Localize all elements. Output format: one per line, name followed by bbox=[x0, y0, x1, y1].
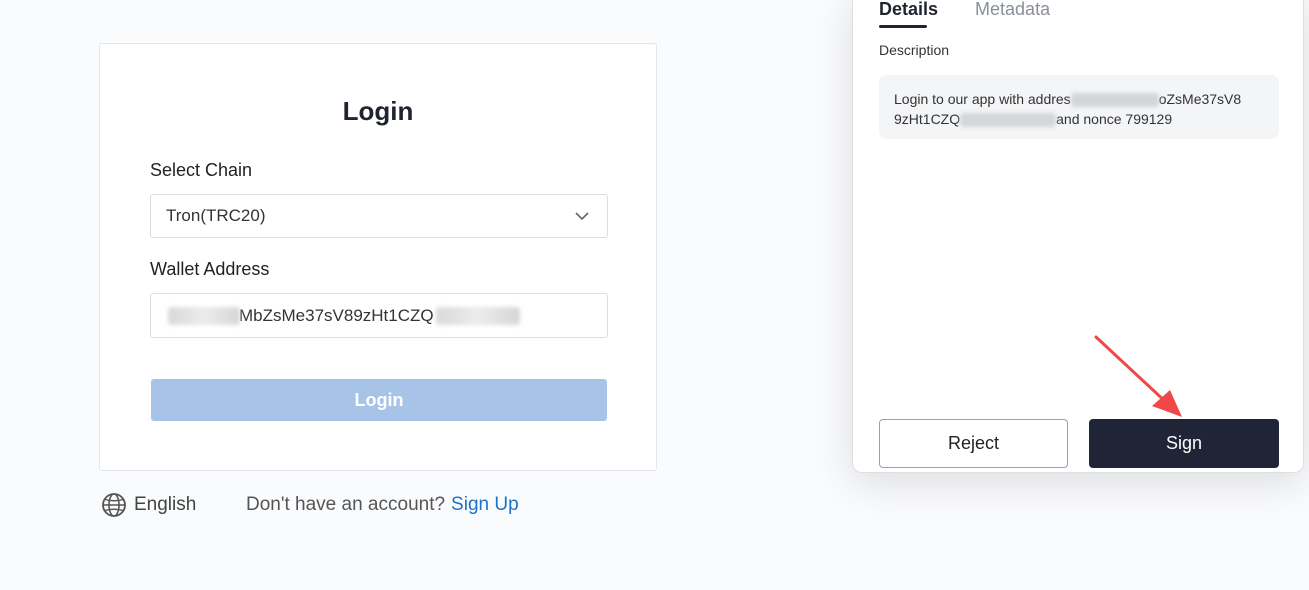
description-text: oZsMe37sV8 bbox=[1158, 91, 1242, 107]
description-label: Description bbox=[879, 42, 950, 58]
login-title: Login bbox=[342, 96, 414, 126]
wallet-address-value: MbZsMe37sV89zHt1CZQ bbox=[239, 305, 434, 325]
panel-tabs: Details Metadata bbox=[879, 0, 1087, 28]
redaction-blur bbox=[436, 307, 520, 325]
page: Login Select Chain Tron(TRC20) Wallet Ad… bbox=[0, 0, 1309, 590]
chevron-down-icon bbox=[575, 212, 589, 221]
description-text: and nonce 799129 bbox=[1056, 111, 1173, 127]
redaction-blur bbox=[960, 113, 1057, 128]
tab-metadata[interactable]: Metadata bbox=[975, 0, 1050, 20]
wallet-address-label: Wallet Address bbox=[150, 259, 270, 279]
reject-button[interactable]: Reject bbox=[879, 419, 1068, 468]
wallet-address-input[interactable]: MbZsMe37sV89zHt1CZQ bbox=[150, 293, 608, 338]
description-line-1: Login to our app with addres oZsMe37sV8 bbox=[894, 89, 1263, 109]
login-card: Login Select Chain Tron(TRC20) Wallet Ad… bbox=[99, 43, 657, 471]
tab-details-label: Details bbox=[879, 0, 939, 19]
description-box: Login to our app with addres oZsMe37sV8 9… bbox=[879, 75, 1279, 139]
description-text: Login to our app with addres bbox=[894, 91, 1071, 107]
chain-select-value: Tron(TRC20) bbox=[166, 206, 266, 225]
chain-select[interactable]: Tron(TRC20) bbox=[150, 194, 608, 238]
sign-request-panel: Details Metadata Description Login to ou… bbox=[852, 0, 1304, 473]
redaction-blur bbox=[1070, 93, 1159, 108]
tab-details[interactable]: Details bbox=[879, 0, 939, 28]
signup-link[interactable]: Sign Up bbox=[451, 494, 519, 515]
login-button[interactable]: Login bbox=[151, 379, 607, 421]
account-prompt-text: Don't have an account? bbox=[246, 494, 446, 515]
signup-prompt: Don't have an account? Sign Up bbox=[246, 494, 519, 516]
redaction-blur bbox=[168, 307, 240, 325]
globe-icon bbox=[102, 493, 126, 517]
language-label: English bbox=[134, 494, 197, 515]
sign-button[interactable]: Sign bbox=[1089, 419, 1279, 468]
active-tab-indicator bbox=[879, 25, 927, 28]
description-line-2: 9zHt1CZQ and nonce 799129 bbox=[894, 109, 1263, 129]
description-text: 9zHt1CZQ bbox=[894, 111, 961, 127]
tab-metadata-label: Metadata bbox=[975, 0, 1051, 19]
select-chain-label: Select Chain bbox=[150, 160, 253, 180]
language-selector[interactable]: English bbox=[101, 492, 196, 518]
